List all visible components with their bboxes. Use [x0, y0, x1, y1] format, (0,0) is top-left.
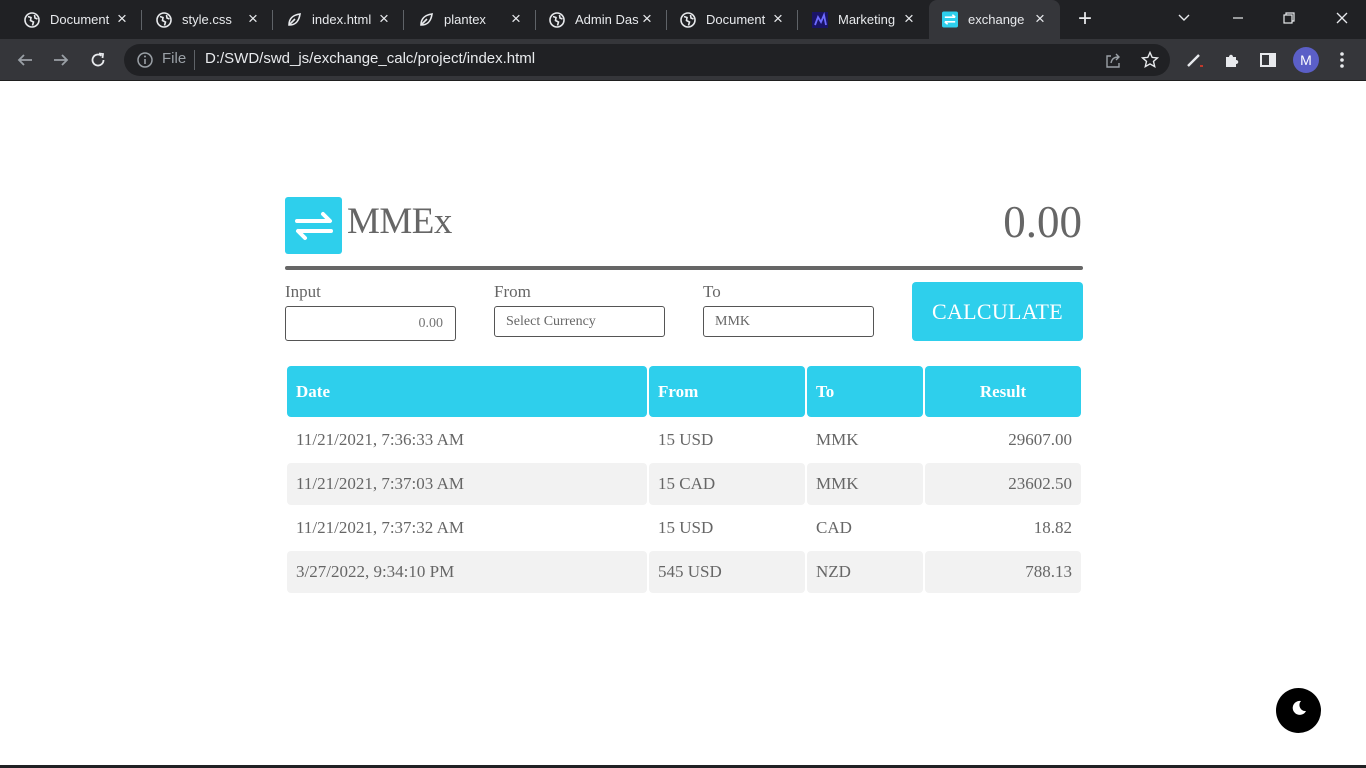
input-label: Input	[285, 282, 321, 301]
url-text[interactable]: D:/SWD/swd_js/exchange_calc/project/inde…	[205, 50, 535, 67]
tab-title: index.html	[312, 12, 372, 27]
to-label: To	[703, 282, 721, 301]
reload-button[interactable]	[87, 49, 109, 71]
row-to: NZD	[807, 551, 923, 593]
browser-tab[interactable]: Marketing ×	[788, 0, 929, 39]
row-result: 18.82	[1033, 518, 1072, 537]
row-from: 15 USD	[658, 430, 714, 449]
close-icon[interactable]: ×	[770, 10, 786, 27]
address-separator	[194, 50, 195, 70]
globe-icon	[680, 11, 696, 28]
table-header-row: Date From To Result	[287, 366, 1081, 417]
globe-icon	[24, 11, 40, 28]
row-date: 11/21/2021, 7:37:32 AM	[296, 518, 464, 537]
globe-icon	[156, 11, 172, 28]
browser-tab[interactable]: index.html ×	[262, 0, 404, 39]
browser-tab[interactable]: Document ×	[0, 0, 142, 39]
history-table: Date From To Result 11/21/2021, 7:36:33 …	[285, 364, 1083, 595]
result-display: 0.00	[1003, 197, 1082, 247]
row-from: 15 USD	[658, 518, 714, 537]
row-result: 788.13	[925, 551, 1081, 593]
column-header-to: To	[807, 366, 923, 417]
row-from: 545 USD	[649, 551, 805, 593]
column-header-from: From	[649, 366, 805, 417]
header-divider	[285, 266, 1083, 270]
marketing-icon	[812, 11, 828, 28]
row-result: 23602.50	[925, 463, 1081, 505]
row-to: MMK	[816, 430, 859, 449]
column-header-result: Result	[925, 366, 1081, 417]
browser-tab[interactable]: plantex ×	[394, 0, 536, 39]
row-date: 3/27/2022, 9:34:10 PM	[287, 551, 647, 593]
new-tab-button[interactable]: +	[1074, 7, 1096, 31]
leaf-icon	[286, 12, 302, 28]
close-icon[interactable]: ×	[376, 10, 392, 27]
close-icon[interactable]: ×	[114, 10, 130, 27]
exchange-icon	[942, 11, 958, 28]
exchange-logo-icon	[285, 197, 342, 254]
globe-icon	[549, 11, 565, 28]
dark-mode-toggle[interactable]	[1276, 688, 1321, 733]
extensions-puzzle-icon[interactable]	[1221, 49, 1243, 71]
row-date: 11/21/2021, 7:37:03 AM	[287, 463, 647, 505]
from-currency-select[interactable]: Select Currency	[494, 306, 665, 337]
row-to: MMK	[807, 463, 923, 505]
pen-extension-icon[interactable]	[1184, 49, 1206, 71]
tab-title: exchange c	[968, 12, 1026, 27]
restore-icon[interactable]	[1279, 8, 1299, 30]
browser-tab[interactable]: Admin Das ×	[525, 0, 667, 39]
tab-title: Admin Das	[575, 12, 639, 27]
row-result: 29607.00	[1008, 430, 1072, 449]
moon-icon	[1290, 699, 1308, 722]
close-icon[interactable]: ×	[1032, 10, 1048, 27]
profile-avatar[interactable]: M	[1293, 47, 1319, 73]
browser-tab-active[interactable]: exchange c ×	[929, 0, 1060, 39]
table-row: 3/27/2022, 9:34:10 PM 545 USD NZD 788.13	[287, 551, 1081, 593]
table-row: 11/21/2021, 7:36:33 AM 15 USD MMK 29607.…	[287, 419, 1081, 461]
bookmark-star-icon[interactable]	[1139, 49, 1161, 71]
close-icon[interactable]: ×	[639, 10, 655, 27]
row-date: 11/21/2021, 7:36:33 AM	[296, 430, 464, 449]
amount-input[interactable]	[285, 306, 456, 341]
browser-tab[interactable]: Document ×	[656, 0, 798, 39]
minimize-icon[interactable]	[1228, 8, 1248, 30]
browser-tabstrip: Document × style.css × index.html × plan…	[0, 0, 1366, 39]
row-to: CAD	[816, 518, 852, 537]
tab-title: Document	[706, 12, 766, 27]
forward-button[interactable]	[50, 49, 72, 71]
browser-menu-icon[interactable]	[1331, 49, 1353, 71]
share-icon[interactable]	[1102, 49, 1124, 71]
calculate-button[interactable]: CALCULATE	[912, 282, 1083, 341]
brand-name: MMEx	[347, 201, 452, 242]
back-button[interactable]	[14, 49, 36, 71]
close-icon[interactable]: ×	[508, 10, 524, 27]
row-from: 15 CAD	[649, 463, 805, 505]
leaf-icon	[418, 12, 434, 28]
table-row: 11/21/2021, 7:37:03 AM 15 CAD MMK 23602.…	[287, 463, 1081, 505]
side-panel-icon[interactable]	[1257, 49, 1279, 71]
close-window-icon[interactable]	[1332, 8, 1352, 30]
table-row: 11/21/2021, 7:37:32 AM 15 USD CAD 18.82	[287, 507, 1081, 549]
info-icon[interactable]	[136, 51, 154, 69]
tab-title: plantex	[444, 12, 486, 27]
column-header-date: Date	[287, 366, 647, 417]
from-label: From	[494, 282, 531, 301]
file-scheme-label: File	[162, 50, 187, 67]
close-icon[interactable]: ×	[901, 10, 917, 27]
close-icon[interactable]: ×	[245, 10, 261, 27]
tab-title: Document	[50, 12, 110, 27]
browser-tab[interactable]: style.css ×	[132, 0, 273, 39]
tab-search-icon[interactable]	[1174, 8, 1194, 30]
to-currency-select[interactable]: MMK	[703, 306, 874, 337]
